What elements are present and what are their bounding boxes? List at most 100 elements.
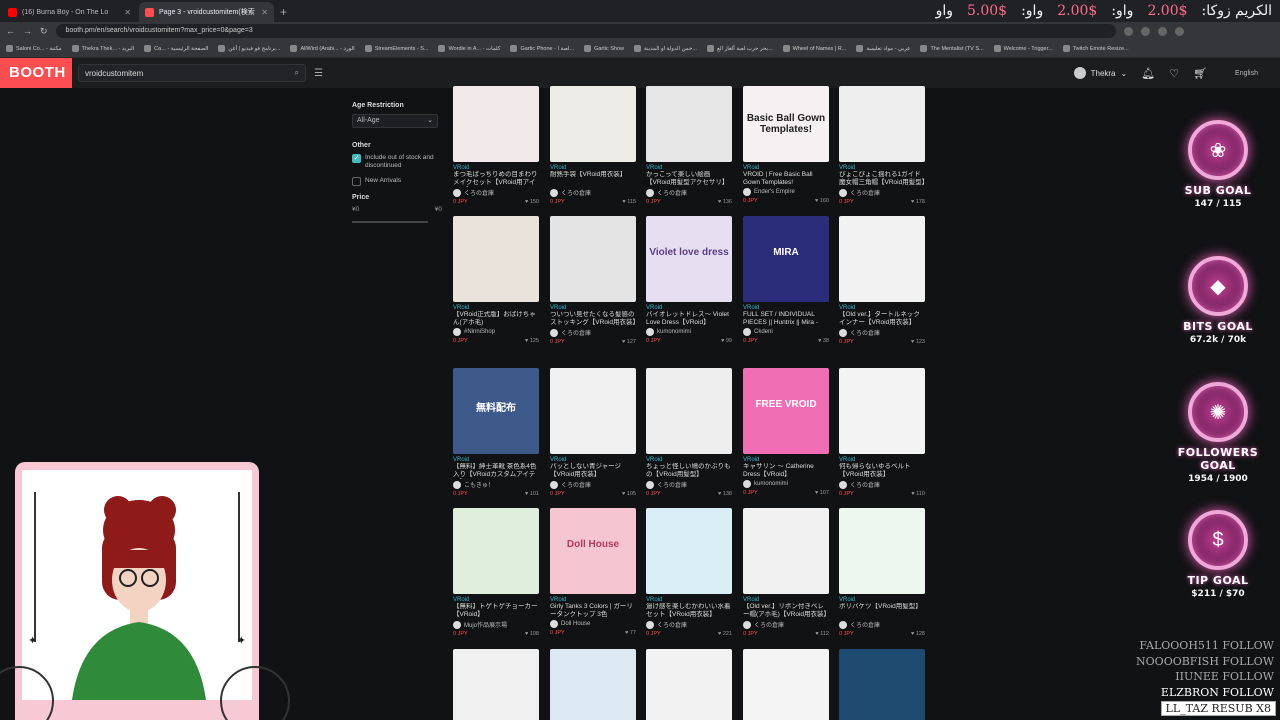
product-card[interactable] (550, 649, 636, 720)
shop-link[interactable]: Doll House (550, 620, 636, 628)
product-thumbnail[interactable] (646, 368, 732, 454)
booth-logo[interactable]: BOOTH (0, 58, 72, 88)
like-count[interactable]: ♥ 77 (625, 630, 636, 636)
product-thumbnail[interactable] (839, 368, 925, 454)
product-card[interactable]: Basic Ball Gown Templates! VRoid VROID | F… (743, 86, 829, 204)
product-thumbnail[interactable] (743, 649, 829, 720)
product-card[interactable]: Doll House VRoid Girly Tanks 3 Colors | ガー… (550, 508, 636, 636)
like-count[interactable]: ♥ 107 (815, 490, 829, 496)
bookmark-item[interactable]: عربي - مواد تعليمية (856, 45, 910, 52)
product-name[interactable]: 耐熱手袋【VRoid用衣装】 (550, 171, 636, 187)
like-count[interactable]: ♥ 136 (718, 199, 732, 205)
bookmark-item[interactable]: AllWird (Arabi... - الورد (290, 45, 355, 52)
product-thumbnail[interactable] (839, 216, 925, 302)
product-name[interactable]: 【無料】紳士革靴 茶色系4色入り【VRoidカスタムアイテム】 (453, 463, 539, 479)
like-count[interactable]: ♥ 115 (622, 199, 636, 205)
product-name[interactable]: 【Old ver.】リボン付きベレー帽(アホ毛)【VRoid用衣装】 (743, 603, 829, 619)
product-name[interactable]: バイオレットドレス～ Violet Love Dress【VRoid】 (646, 311, 732, 327)
product-name[interactable]: ついつい見せたくなる髪感のストッキング【VRoid用衣装】 (550, 311, 636, 327)
url-field[interactable]: booth.pm/en/search/vroidcustomitem?max_p… (55, 24, 1116, 38)
product-card[interactable]: VRoid かっこって楽しい絵画【VRoid用髪型アクセサリ】 くろの倉庫 0 JPY… (646, 86, 732, 205)
product-thumbnail[interactable] (839, 86, 925, 162)
forward-icon[interactable]: → (23, 26, 32, 36)
include-out-of-stock-checkbox[interactable]: ✓ Include out of stock and discontinued (352, 154, 442, 170)
product-thumbnail[interactable] (646, 86, 732, 162)
like-count[interactable]: ♥ 138 (718, 491, 732, 497)
bookmark-item[interactable]: بحر حرب لعبة ألغاز الع... (706, 45, 773, 52)
tab-booth[interactable]: Page 3 - vroidcustomitem(検索 ✕ (139, 2, 274, 22)
shop-link[interactable]: Ckdeni (743, 328, 829, 336)
product-card[interactable]: VRoid 【無料】トゲトゲチョーカー【VRoid】 Mujo作品展示場 0 JPY ♥… (453, 508, 539, 637)
product-name[interactable]: ボリバケツ【VRoid用髪型】 (839, 603, 925, 619)
user-menu[interactable]: Thekra ⌄ (1073, 67, 1127, 79)
product-name[interactable]: 何も帰らないゆるベルト【VRoid用衣装】 (839, 463, 925, 479)
product-thumbnail[interactable]: FREE VROID (743, 368, 829, 454)
product-name[interactable]: まつ毛ばっちりめの目まわりメイクセット【VRoid用アイテム】 (453, 171, 539, 187)
product-thumbnail[interactable] (550, 216, 636, 302)
product-card[interactable] (646, 649, 732, 720)
bookmark-item[interactable]: Wordle in A... - كلمات (438, 45, 500, 52)
product-name[interactable]: 過け感を楽しむかわいい水着セット【VRoid用衣装】 (646, 603, 732, 619)
shop-link[interactable]: くろの倉庫 (839, 480, 925, 489)
new-arrivals-checkbox[interactable]: New Arrivals (352, 177, 442, 186)
product-thumbnail[interactable] (453, 508, 539, 594)
age-restriction-select[interactable]: All-Age ⌄ (352, 114, 438, 128)
product-name[interactable]: 【Old ver.】タートルネックインナー【VRoid用衣装】 (839, 311, 925, 327)
product-name[interactable]: かっこって楽しい絵画【VRoid用髪型アクセサリ】 (646, 171, 732, 187)
like-count[interactable]: ♥ 125 (525, 338, 539, 344)
like-count[interactable]: ♥ 123 (911, 339, 925, 345)
product-thumbnail[interactable] (839, 649, 925, 720)
product-card[interactable]: 無料配布VRoid【無料】紳士革靴 茶色系4色入り【VRoidカスタムアイテム】… (453, 368, 539, 497)
product-card[interactable]: VRoid 過け感を楽しむかわいい水着セット【VRoid用衣装】 くろの倉庫 0 JP… (646, 508, 732, 637)
shop-link[interactable]: くろの倉庫 (646, 480, 732, 489)
shop-link[interactable]: kumonomimi (743, 480, 829, 488)
shop-link[interactable]: くろの倉庫 (550, 188, 636, 197)
extension-icon[interactable] (1157, 26, 1167, 36)
bookmark-star-icon[interactable] (1140, 26, 1150, 36)
product-name[interactable]: キャサリン ～ Catherine Dress【VRoid】 (743, 463, 829, 479)
shop-link[interactable]: Ender's Empire (743, 188, 829, 196)
new-tab-button[interactable]: + (280, 2, 287, 22)
product-card[interactable] (453, 649, 539, 720)
bookmark-item[interactable]: StreamElements - S... (364, 45, 428, 52)
product-card[interactable]: FREE VROID VRoid キャサリン ～ Catherine Dress【V… (743, 368, 829, 496)
shop-link[interactable]: くろの倉庫 (839, 328, 925, 337)
product-thumbnail[interactable] (550, 649, 636, 720)
filter-menu-icon[interactable]: ☰ (314, 68, 323, 79)
shop-link[interactable]: くろの倉庫 (453, 188, 539, 197)
close-icon[interactable]: ✕ (261, 8, 268, 17)
product-thumbnail[interactable]: Doll House (550, 508, 636, 594)
product-card[interactable]: VRoid 【VRoid正式版】おばけちゃん(アホ毛) #NinniShop 0 JP… (453, 216, 539, 344)
price-slider[interactable] (352, 221, 428, 223)
product-name[interactable]: ぴょこぴょこ揺れる1ガイド魔女帽三角帽【VRoid用髪型】 (839, 171, 925, 187)
like-count[interactable]: ♥ 160 (815, 198, 829, 204)
bookmark-item[interactable]: Ca... - الصفحة الرئيسية (144, 45, 208, 52)
language-selector[interactable]: English (1235, 70, 1258, 77)
bookmark-item[interactable]: The Mentalist (TV S... (920, 45, 984, 52)
product-name[interactable]: FULL SET / INDIVIDUAL PIECES || Huntrix … (743, 311, 829, 327)
product-card[interactable] (839, 649, 925, 720)
shop-link[interactable]: くろの倉庫 (839, 188, 925, 197)
product-thumbnail[interactable] (453, 649, 539, 720)
product-card[interactable]: MIRA VRoid FULL SET / INDIVIDUAL PIECES ||… (743, 216, 829, 344)
bookmark-item[interactable]: Gartic Show (584, 45, 624, 52)
like-count[interactable]: ♥ 127 (622, 339, 636, 345)
product-card[interactable] (743, 649, 829, 720)
close-icon[interactable]: ✕ (124, 8, 131, 17)
shop-link[interactable]: くろの倉庫 (550, 328, 636, 337)
checkbox-icon[interactable] (352, 177, 361, 186)
product-card[interactable]: Violet love dress VRoid バイオレットドレス～ Violet … (646, 216, 732, 344)
product-card[interactable]: VRoid 【Old ver.】タートルネックインナー【VRoid用衣装】 くろの倉… (839, 216, 925, 345)
product-thumbnail[interactable] (646, 649, 732, 720)
extension-icon[interactable] (1123, 26, 1133, 36)
like-count[interactable]: ♥ 221 (718, 631, 732, 637)
like-count[interactable]: ♥ 105 (622, 491, 636, 497)
checkbox-checked-icon[interactable]: ✓ (352, 154, 361, 163)
product-card[interactable]: VRoidまつ毛ばっちりめの目まわりメイクセット【VRoid用アイテム】くろの倉… (453, 86, 539, 205)
shop-link[interactable]: kumonomimi (646, 328, 732, 336)
like-count[interactable]: ♥ 110 (911, 491, 925, 497)
bookmark-item[interactable]: Wheel of Names | R... (782, 45, 846, 52)
bell-icon[interactable]: 🔔︎ (1141, 67, 1155, 80)
product-name[interactable]: 【無料】トゲトゲチョーカー【VRoid】 (453, 603, 539, 619)
search-box[interactable]: vroidcustomitem ⌕ (78, 64, 306, 82)
